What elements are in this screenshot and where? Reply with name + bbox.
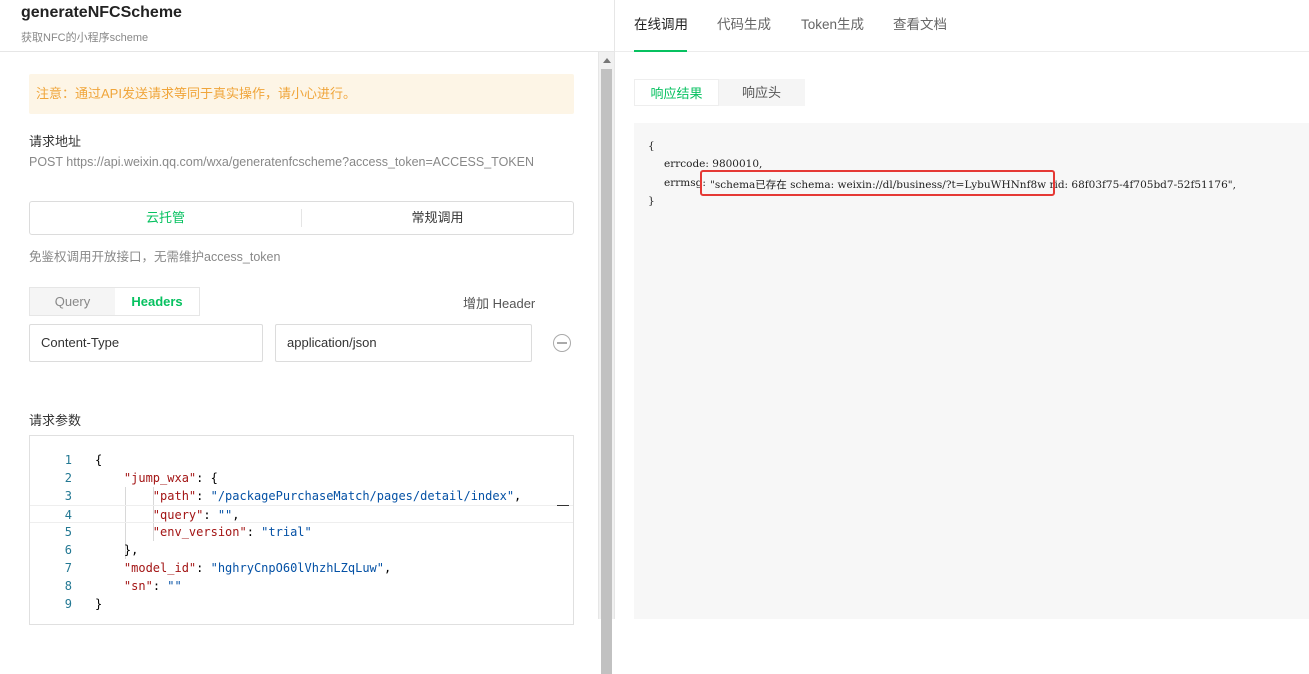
scroll-up-arrow-icon[interactable] [603, 58, 611, 63]
call-mode-switch: 云托管 常规调用 [29, 201, 574, 235]
call-mode-normal[interactable]: 常规调用 [302, 202, 573, 234]
remove-header-icon[interactable] [553, 334, 571, 352]
active-tab-underline [634, 50, 687, 52]
code-line: 1{ [64, 453, 103, 467]
code-line: 2 "jump_wxa": { [64, 471, 218, 485]
request-url-value: POST https://api.weixin.qq.com/wxa/gener… [29, 155, 534, 169]
request-body-editor[interactable]: 1{ 2 "jump_wxa": { 3 "path": "/packagePu… [29, 435, 574, 625]
tab-response-headers[interactable]: 响应头 [719, 79, 804, 106]
left-scrollbar[interactable] [598, 52, 614, 674]
response-close-brace: } [648, 195, 655, 207]
code-line: 6 }, [64, 543, 139, 557]
call-mode-cloud[interactable]: 云托管 [30, 202, 301, 234]
code-line: 5 "env_version": "trial" [64, 525, 312, 539]
scrollbar-thumb[interactable] [601, 69, 612, 674]
tab-online-call[interactable]: 在线调用 [634, 13, 688, 33]
result-tabs: 响应结果 响应头 [634, 79, 805, 106]
param-tabs: Query Headers [29, 287, 200, 316]
code-line: 7 "model_id": "hghryCnpO60lVhzhLZqLuw", [64, 561, 392, 575]
code-line-current: 4 "query": "", [30, 505, 573, 523]
response-open-brace: { [648, 140, 655, 152]
request-body-label: 请求参数 [29, 413, 82, 428]
header-key-input[interactable]: Content-Type [29, 324, 263, 362]
tab-headers[interactable]: Headers [115, 288, 199, 315]
tab-response-body[interactable]: 响应结果 [634, 79, 719, 106]
page-subtitle: 获取NFC的小程序scheme [21, 32, 149, 44]
tab-code-gen[interactable]: 代码生成 [717, 13, 771, 33]
api-header: generateNFCScheme 获取NFC的小程序scheme [0, 0, 614, 52]
highlight-box [700, 170, 1055, 196]
header-value-input[interactable]: application/json [275, 324, 532, 362]
response-errcode: errcode: 9800010, [664, 158, 763, 170]
right-header-divider [615, 51, 1309, 52]
code-line: 3 "path": "/packagePurchaseMatch/pages/d… [64, 489, 522, 503]
warning-notice: 注意：通过API发送请求等同于真实操作，请小心进行。 [29, 74, 574, 114]
tab-view-docs[interactable]: 查看文档 [893, 13, 947, 33]
page-title: generateNFCScheme [21, 4, 182, 21]
response-panel [634, 123, 1309, 619]
request-url-label: 请求地址 [29, 134, 82, 149]
tab-token-gen[interactable]: Token生成 [801, 13, 864, 33]
code-line: 8 "sn": "" [64, 579, 182, 593]
tab-query[interactable]: Query [30, 288, 115, 315]
code-line: 9} [64, 597, 103, 611]
call-mode-hint: 免鉴权调用开放接口，无需维护access_token [29, 250, 281, 264]
panel-divider [614, 0, 615, 619]
overview-ruler-mark [557, 505, 569, 506]
request-panel: generateNFCScheme 获取NFC的小程序scheme 注意：通过A… [0, 0, 614, 625]
add-header-button[interactable]: 增加 Header [463, 293, 535, 312]
